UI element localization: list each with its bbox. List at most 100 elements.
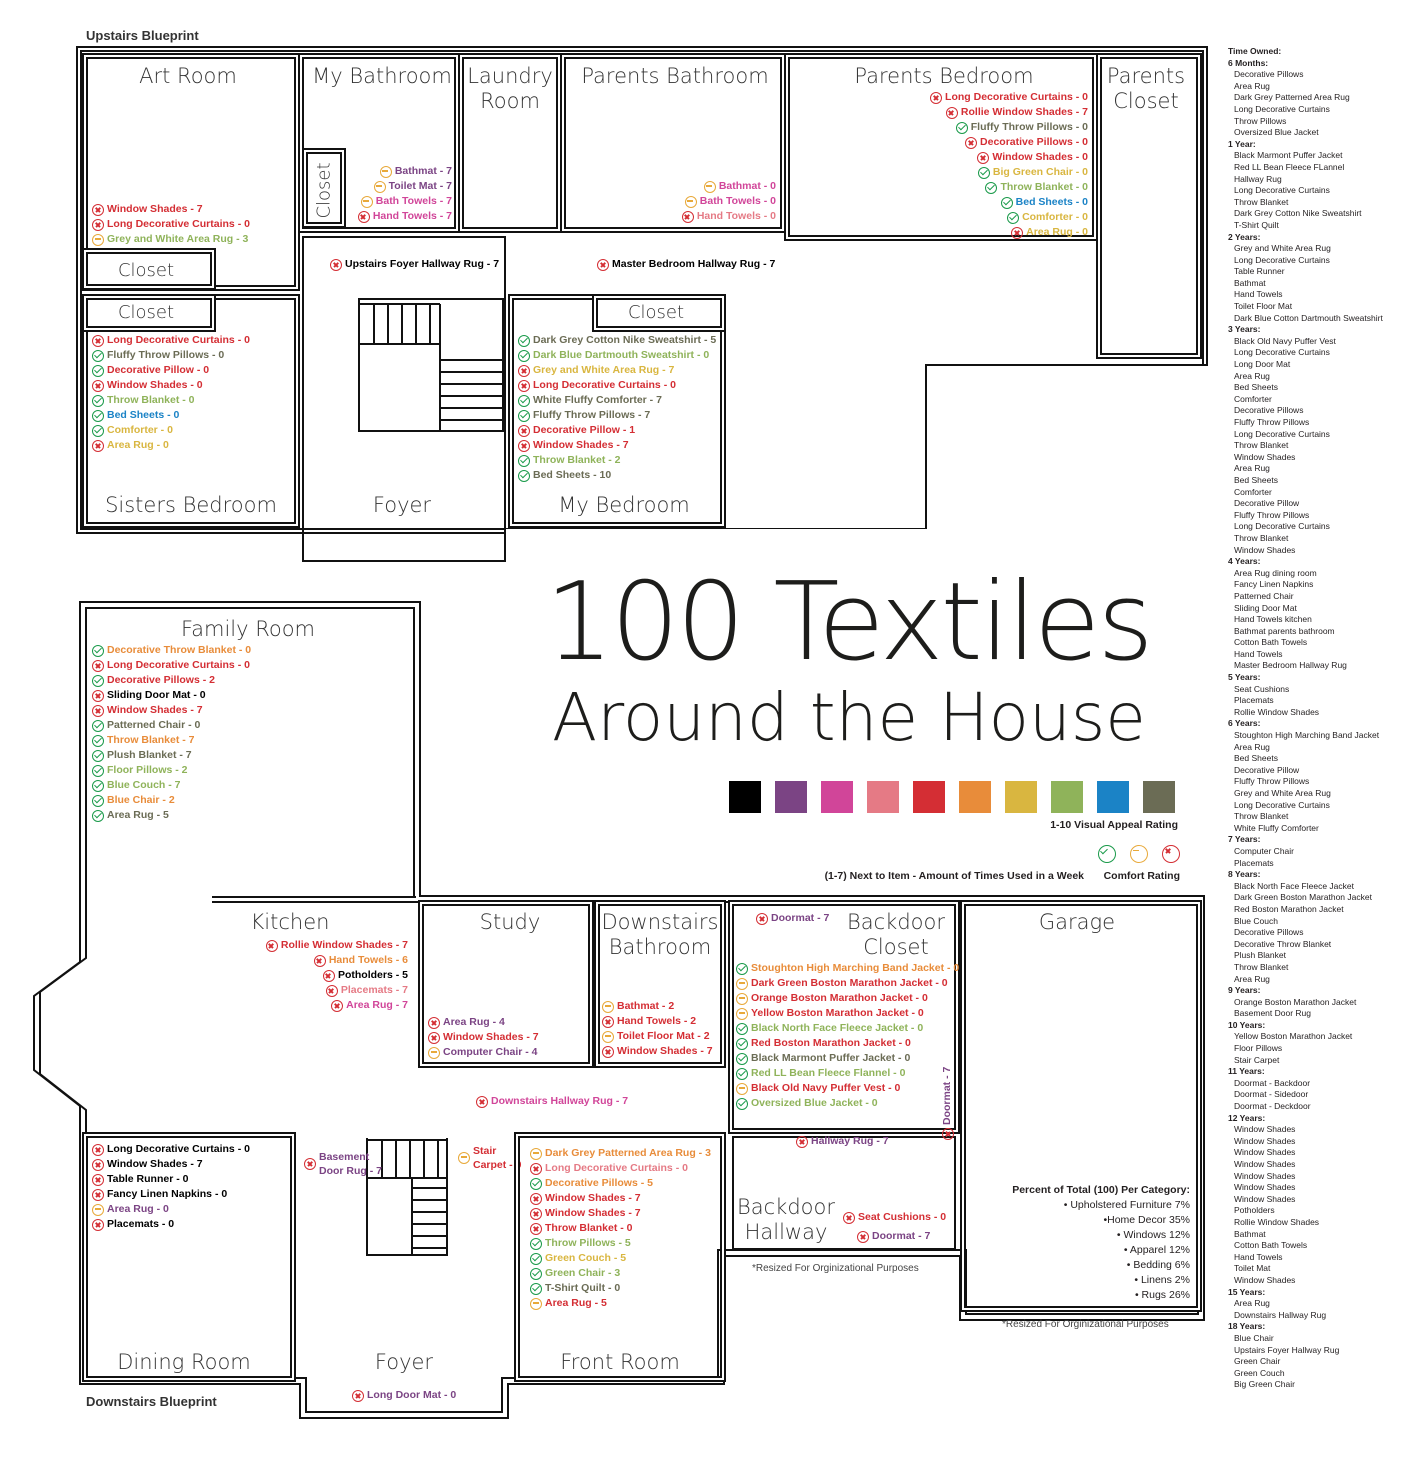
textile-item-label: Bathmat - 2 xyxy=(617,1000,675,1012)
check-circle-icon xyxy=(518,469,530,482)
textile-item-label: Area Rug - 4 xyxy=(443,1016,505,1028)
time-owned-item: Black Marmont Puffer Jacket xyxy=(1234,150,1343,161)
check-circle-icon xyxy=(736,1052,748,1065)
textile-item-label: Stair Carpet - 0 xyxy=(473,1144,522,1171)
x-circle-icon xyxy=(304,1157,316,1170)
check-circle-icon xyxy=(530,1237,542,1250)
textile-item: Dark Grey Patterned Area Rug - 3 xyxy=(530,1146,711,1161)
textile-item-label: Table Runner - 0 xyxy=(107,1173,189,1185)
x-circle-icon xyxy=(597,258,609,271)
textile-item: Bed Sheets - 10 xyxy=(518,468,716,483)
textile-item: Dark Blue Dartmouth Sweatshirt - 0 xyxy=(518,348,716,363)
minus-circle-icon xyxy=(360,195,373,208)
minus-circle-icon xyxy=(684,195,697,208)
textile-item-label: Dark Grey Patterned Area Rug - 3 xyxy=(545,1147,711,1159)
textile-item: Rollie Window Shades - 7 xyxy=(870,105,1088,120)
textile-item-label: Long Door Mat - 0 xyxy=(367,1389,457,1401)
x-circle-icon xyxy=(92,689,104,702)
textile-item: Oversized Blue Jacket - 0 xyxy=(736,1096,959,1111)
textile-item: Window Shades - 0 xyxy=(92,378,250,393)
check-circle-icon xyxy=(92,719,104,732)
stats-line: • Rugs 26% xyxy=(1134,1289,1190,1301)
time-owned-item: Patterned Chair xyxy=(1234,590,1294,601)
time-owned-item: Rollie Window Shades xyxy=(1234,1216,1320,1227)
x-circle-icon xyxy=(945,106,958,119)
time-owned-item: Blue Couch xyxy=(1234,915,1278,926)
textile-item-label: Basement Door Rug - 7 xyxy=(319,1150,382,1177)
textile-item-label: Area Rug - 5 xyxy=(545,1297,607,1309)
textile-item: Comforter - 0 xyxy=(92,423,250,438)
time-owned-item: Throw Pillows xyxy=(1234,115,1287,126)
textile-item-label: Doormat - 7 xyxy=(771,912,830,924)
time-owned-item: Window Shades xyxy=(1234,1124,1296,1135)
textile-item-label: Oversized Blue Jacket - 0 xyxy=(751,1097,878,1109)
backdoor-closet-title: Backdoor Closet xyxy=(847,910,945,959)
x-circle-icon xyxy=(756,912,768,925)
backdoor-closet-doormat: Doormat - 7 xyxy=(756,911,829,926)
time-owned-item: Bed Sheets xyxy=(1234,474,1278,485)
textile-item: Decorative Pillows - 0 xyxy=(870,135,1088,150)
stats-line: • Linens 2% xyxy=(1134,1274,1190,1286)
check-circle-icon xyxy=(736,1067,748,1080)
textile-item-label: Bath Towels - 0 xyxy=(699,195,776,207)
check-circle-icon xyxy=(530,1282,542,1295)
textile-item: Throw Pillows - 5 xyxy=(530,1236,711,1251)
textile-item: Area Rug - 0 xyxy=(92,438,250,453)
family-room-items: Decorative Throw Blanket - 0 Long Decorat… xyxy=(92,643,251,823)
textile-item-label: Long Decorative Curtains - 0 xyxy=(545,1162,688,1174)
x-circle-icon xyxy=(325,984,338,997)
textile-item-label: Throw Blanket - 7 xyxy=(107,734,195,746)
textile-item-label: Bath Towels - 7 xyxy=(375,195,452,207)
time-owned-item: Area Rug dining room xyxy=(1234,567,1317,578)
x-circle-icon xyxy=(530,1192,542,1205)
textile-item-label: Downstairs Hallway Rug - 7 xyxy=(491,1095,629,1107)
time-owned-heading: 2 Years: xyxy=(1228,231,1261,242)
textile-item-label: Decorative Pillow - 1 xyxy=(533,424,636,436)
textile-item-label: Decorative Throw Blanket - 0 xyxy=(107,644,252,656)
check-circle-icon xyxy=(92,794,104,807)
color-swatch xyxy=(821,781,853,813)
time-owned-item: Cotton Bath Towels xyxy=(1234,1240,1308,1251)
backdoor-closet-items: Stoughton High Marching Band Jacket - 0 D… xyxy=(736,961,959,1111)
minus-circle-icon xyxy=(92,1203,104,1216)
x-circle-icon xyxy=(352,1389,364,1402)
textile-item: Window Shades - 0 xyxy=(870,150,1088,165)
time-owned-item: White Fluffy Comforter xyxy=(1234,822,1319,833)
x-circle-icon xyxy=(428,1016,440,1029)
time-owned-item: Basement Door Rug xyxy=(1234,1008,1312,1019)
minus-circle-icon xyxy=(736,992,748,1005)
textile-item-label: Blue Couch - 7 xyxy=(107,779,181,791)
dining-room-title: Dining Room xyxy=(117,1350,251,1374)
textile-item-label: Blue Chair - 2 xyxy=(107,794,175,806)
time-owned-item: Long Decorative Curtains xyxy=(1234,347,1330,358)
stats-line: • Apparel 12% xyxy=(1123,1244,1190,1256)
garage-title: Garage xyxy=(1038,910,1116,934)
time-owned-item: Green Couch xyxy=(1234,1367,1285,1378)
minus-circle-icon xyxy=(736,1007,748,1020)
time-owned-item: Long Decorative Curtains xyxy=(1234,185,1330,196)
color-swatch xyxy=(775,781,807,813)
color-swatch xyxy=(867,781,899,813)
textile-item: Basement Door Rug - 7 xyxy=(304,1151,382,1177)
time-owned-item: Red LL Bean Fleece FLannel xyxy=(1234,161,1345,172)
textile-item: White Fluffy Comforter - 7 xyxy=(518,393,716,408)
laundry-room-title: Laundry Room xyxy=(467,64,553,113)
x-circle-icon xyxy=(92,1173,104,1186)
resize-note-2: *Resized For Orginizational Purposes xyxy=(1002,1319,1169,1330)
textile-item: Doormat - 7 xyxy=(940,1067,955,1140)
check-circle-icon xyxy=(530,1177,542,1190)
textile-item-label: Comforter - 0 xyxy=(1022,211,1088,223)
textile-item-label: Placemats - 7 xyxy=(340,984,408,996)
check-circle-icon xyxy=(92,364,104,377)
check-circle-icon xyxy=(92,409,104,422)
textile-item-label: Toilet Floor Mat - 2 xyxy=(617,1030,710,1042)
textile-item: Fluffy Throw Pillows - 0 xyxy=(870,120,1088,135)
check-circle-icon xyxy=(518,349,530,362)
time-owned-item: Doormat - Backdoor xyxy=(1234,1077,1311,1088)
textile-item-label: Throw Blanket - 0 xyxy=(1000,181,1088,193)
textile-item-label: Rollie Window Shades - 7 xyxy=(280,939,408,951)
time-owned-title: Time Owned: xyxy=(1228,46,1282,56)
time-owned-item: Sliding Door Mat xyxy=(1234,602,1297,613)
upstairs-blueprint-label: Upstairs Blueprint xyxy=(86,28,199,43)
sisters-bedroom-title: Sisters Bedroom xyxy=(105,493,277,517)
